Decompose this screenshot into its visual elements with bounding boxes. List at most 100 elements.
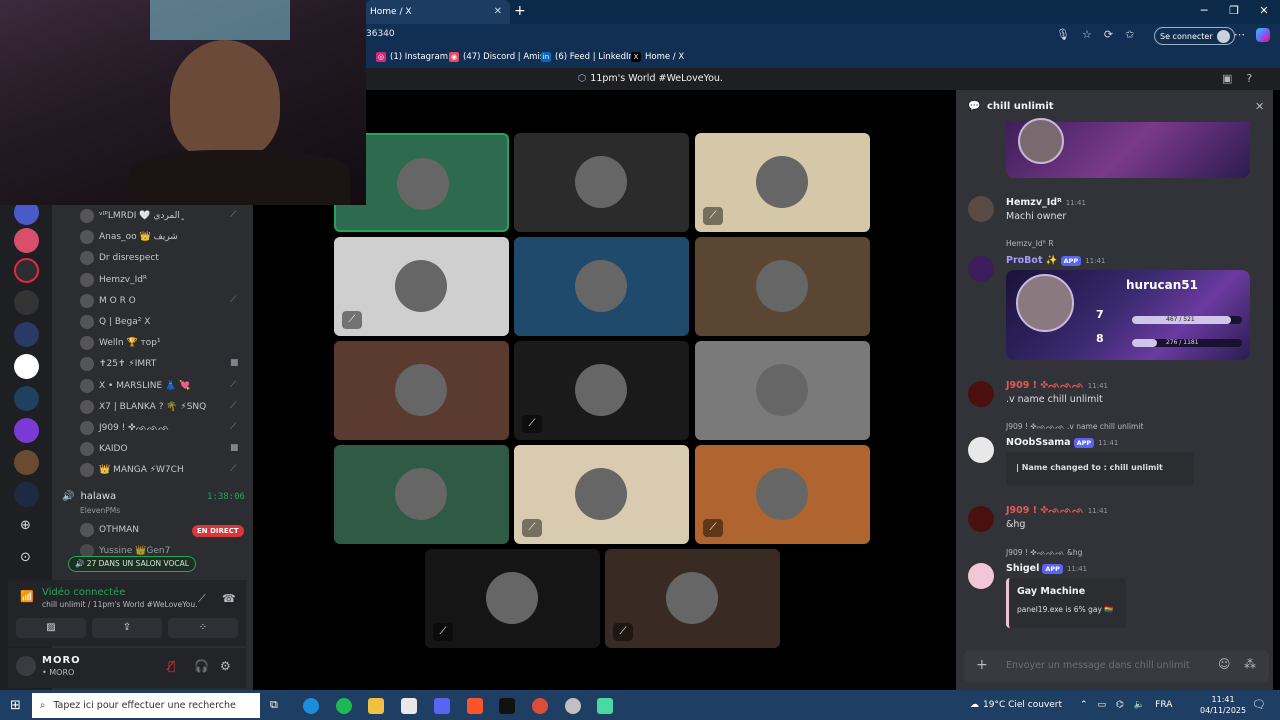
message-author[interactable]: J909 ! ✜ᨒᨒᨒ 11:41 xyxy=(1006,505,1108,516)
voice-count-pill[interactable]: 🔊 27 DANS UN SALON VOCAL xyxy=(68,556,196,572)
member-row[interactable]: J909 ! ✜ᨒᨒᨒ xyxy=(80,420,169,436)
member-row[interactable]: Dr disrespect xyxy=(80,250,159,266)
member-row[interactable]: Welln 🏆 тор¹ xyxy=(80,335,161,351)
clock[interactable]: 11:41 04/11/2025 xyxy=(1200,694,1246,716)
video-tile[interactable]: ⟋ xyxy=(605,549,780,648)
app-icon[interactable] xyxy=(597,698,613,714)
close-window-icon[interactable]: ✕ xyxy=(1257,4,1271,17)
weather-widget[interactable]: ☁ 19°C Ciel couvert xyxy=(970,700,1062,710)
member-row[interactable]: X7 | BLANKA ? 🌴 ⚡SNQ xyxy=(80,399,206,415)
voice-status-sub[interactable]: chill unlimit / 11pm's World #WeLoveYou. xyxy=(42,600,198,609)
member-row[interactable]: Hemzv_Idᴿ xyxy=(80,272,147,288)
battery-icon[interactable]: ▭ xyxy=(1098,700,1107,710)
bookmark-discord[interactable]: ◉ (47) Discord | Amis xyxy=(449,52,544,62)
close-tab-icon[interactable]: ✕ xyxy=(494,6,502,17)
headphones-icon[interactable]: 🎧 xyxy=(194,659,209,673)
copilot-icon[interactable] xyxy=(1256,28,1270,42)
favorites-icon[interactable]: ✩ xyxy=(1125,28,1134,41)
bookmark-instagram[interactable]: ◎ (1) Instagram xyxy=(376,52,448,62)
more-icon[interactable]: ⋯ xyxy=(1234,28,1245,41)
file-explorer-icon[interactable] xyxy=(368,698,384,714)
voice-channel-halawa[interactable]: 🔊 halawa xyxy=(62,491,116,502)
video-tile[interactable]: ⟋ xyxy=(514,445,689,544)
server-icon-5[interactable] xyxy=(14,322,39,347)
windows-start-icon[interactable]: ⊞ xyxy=(10,698,21,713)
chevron-up-icon[interactable]: ⌃ xyxy=(1080,700,1088,710)
member-row[interactable]: ᵛᴵᴾLMRDI 🤍 ﮼ﺍﻟﻤﺮﺩﻱ xyxy=(80,208,185,224)
extensions-icon[interactable]: ⟳ xyxy=(1104,28,1113,41)
server-icon-10[interactable] xyxy=(14,482,39,507)
discord-taskbar-icon[interactable] xyxy=(434,698,450,714)
url-text[interactable]: 36340 xyxy=(366,29,395,39)
language-indicator[interactable]: FRA xyxy=(1155,700,1172,710)
video-tile[interactable]: ⟋ xyxy=(695,133,870,232)
member-row[interactable]: KAIDO xyxy=(80,441,128,457)
member-row[interactable]: Q | Bega² X xyxy=(80,314,150,330)
minimize-icon[interactable]: ─ xyxy=(1197,4,1211,17)
close-icon[interactable]: ✕ xyxy=(1255,100,1264,113)
noise-suppression-icon[interactable]: ⟋ xyxy=(198,592,206,606)
reply-preview[interactable]: Hemzv_Idᴿ R xyxy=(1006,239,1054,248)
video-tile[interactable] xyxy=(695,237,870,336)
message-author[interactable]: Hemzv_Idᴿ 11:41 xyxy=(1006,197,1086,208)
discover-icon[interactable]: ⊙ xyxy=(20,550,31,565)
member-row[interactable]: Anas_oo 👑 شريف xyxy=(80,229,178,245)
volume-icon[interactable]: 🔈 xyxy=(1134,700,1145,710)
maximize-icon[interactable]: ❐ xyxy=(1227,4,1241,17)
help-icon[interactable]: ? xyxy=(1246,72,1252,85)
member-row[interactable]: X • MARSLINE 👗 💘 xyxy=(80,378,190,394)
spotify-icon[interactable] xyxy=(336,698,352,714)
bookmark-x[interactable]: X Home / X xyxy=(631,52,684,62)
server-icon-2[interactable] xyxy=(14,228,39,253)
video-tile[interactable]: ⟋ xyxy=(695,445,870,544)
reply-preview[interactable]: J909 ! ✜ᨒᨒᨒ &hg xyxy=(1006,548,1082,558)
reply-preview[interactable]: J909 ! ✜ᨒᨒᨒ .v name chill unlimit xyxy=(1006,422,1143,432)
steam-icon[interactable] xyxy=(565,698,581,714)
video-tile[interactable] xyxy=(334,341,509,440)
brave-icon[interactable] xyxy=(467,698,483,714)
settings-gear-icon[interactable]: ⚙ xyxy=(220,659,231,673)
message-author[interactable]: ProBot ✨ APP 11:41 xyxy=(1006,255,1105,266)
task-view-icon[interactable]: ⧉ xyxy=(270,698,286,714)
voice-member-othman[interactable]: OTHMAN xyxy=(80,522,139,538)
store-icon[interactable] xyxy=(401,698,417,714)
video-tile[interactable]: ⟋ xyxy=(514,341,689,440)
member-row[interactable]: 👑 MANGA ⚡W7CH xyxy=(80,462,184,478)
star-icon[interactable]: ☆ xyxy=(1082,28,1092,41)
taskbar-search[interactable]: ⌕ Tapez ici pour effectuer une recherche xyxy=(32,693,260,718)
apps-icon[interactable]: ⁂ xyxy=(1244,657,1256,671)
avatar[interactable] xyxy=(968,563,994,589)
sign-in-button[interactable]: Se connecter xyxy=(1154,27,1235,45)
member-row[interactable]: M O R O xyxy=(80,293,136,309)
video-tile[interactable] xyxy=(514,237,689,336)
add-attachment-icon[interactable]: + xyxy=(976,657,988,673)
chrome-icon[interactable] xyxy=(532,698,548,714)
message-author[interactable]: J909 ! ✜ᨒᨒᨒ 11:41 xyxy=(1006,380,1108,391)
network-icon[interactable]: ⌬ xyxy=(1116,700,1124,710)
server-icon-4[interactable] xyxy=(14,290,39,315)
mic-icon[interactable]: 🎙 xyxy=(1056,28,1070,41)
video-tile[interactable]: ⟋ xyxy=(334,237,509,336)
message-author[interactable]: NOobSsama APP 11:41 xyxy=(1006,437,1118,448)
message-author[interactable]: Shigel APP 11:41 xyxy=(1006,563,1087,574)
activities-button[interactable]: ⁘ xyxy=(168,618,238,638)
server-icon-9[interactable] xyxy=(14,450,39,475)
screen-share-button[interactable]: ⇪ xyxy=(92,618,162,638)
avatar[interactable] xyxy=(968,381,994,407)
avatar[interactable] xyxy=(968,437,994,463)
video-tile[interactable] xyxy=(695,341,870,440)
mic-muted-icon[interactable]: 🎙̸ xyxy=(168,659,175,673)
add-server-icon[interactable]: ⊕ xyxy=(20,518,31,533)
edge-icon[interactable] xyxy=(303,698,319,714)
camera-off-button[interactable]: ▨ xyxy=(16,618,86,638)
disconnect-icon[interactable]: ☎ xyxy=(222,592,236,605)
user-avatar[interactable] xyxy=(16,656,36,676)
video-tile[interactable] xyxy=(514,133,689,232)
server-icon-7[interactable] xyxy=(14,386,39,411)
video-tile[interactable] xyxy=(334,445,509,544)
tiktok-icon[interactable] xyxy=(499,698,515,714)
emoji-icon[interactable]: ☺ xyxy=(1218,657,1231,671)
server-icon-6[interactable] xyxy=(14,354,39,379)
notifications-icon[interactable]: 🗨 xyxy=(1252,698,1266,711)
avatar[interactable] xyxy=(968,506,994,532)
